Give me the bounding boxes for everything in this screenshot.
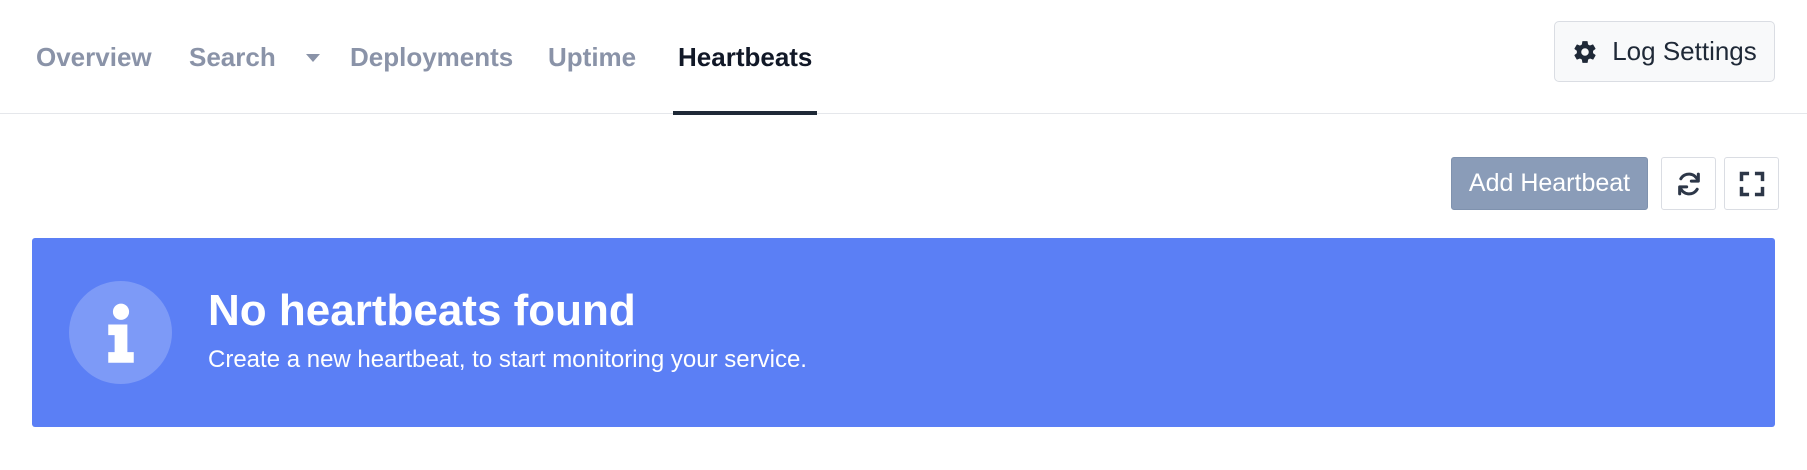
alert-message: Create a new heartbeat, to start monitor…	[208, 346, 807, 373]
info-icon	[107, 303, 134, 363]
refresh-button[interactable]	[1661, 157, 1716, 210]
gear-icon	[1574, 40, 1596, 63]
add-heartbeat-button[interactable]: Add Heartbeat	[1451, 157, 1648, 210]
tab-deployments-label: Deployments	[350, 41, 514, 72]
tab-heartbeats-label: Heartbeats	[678, 41, 813, 72]
empty-state-alert: No heartbeats found Create a new heartbe…	[32, 238, 1775, 427]
tab-search[interactable]: Search	[189, 0, 320, 114]
tab-heartbeats[interactable]: Heartbeats	[672, 0, 818, 115]
tab-search-label: Search	[189, 41, 276, 72]
tab-overview[interactable]: Overview	[36, 0, 152, 114]
tab-overview-label: Overview	[36, 41, 152, 72]
tab-deployments[interactable]: Deployments	[350, 0, 513, 114]
fullscreen-icon	[1739, 171, 1764, 196]
log-settings-button[interactable]: Log Settings	[1554, 21, 1775, 82]
alert-title: No heartbeats found	[208, 286, 636, 335]
add-heartbeat-label: Add Heartbeat	[1468, 169, 1631, 197]
chevron-down-icon[interactable]	[305, 54, 320, 62]
fullscreen-button[interactable]	[1724, 157, 1779, 210]
refresh-icon	[1677, 172, 1700, 195]
info-icon-badge	[69, 281, 172, 384]
tab-uptime-label: Uptime	[548, 41, 637, 72]
top-navigation: Overview Search Deployments Uptime Heart…	[0, 0, 1807, 115]
tab-uptime[interactable]: Uptime	[548, 0, 636, 114]
log-settings-label: Log Settings	[1612, 36, 1757, 66]
